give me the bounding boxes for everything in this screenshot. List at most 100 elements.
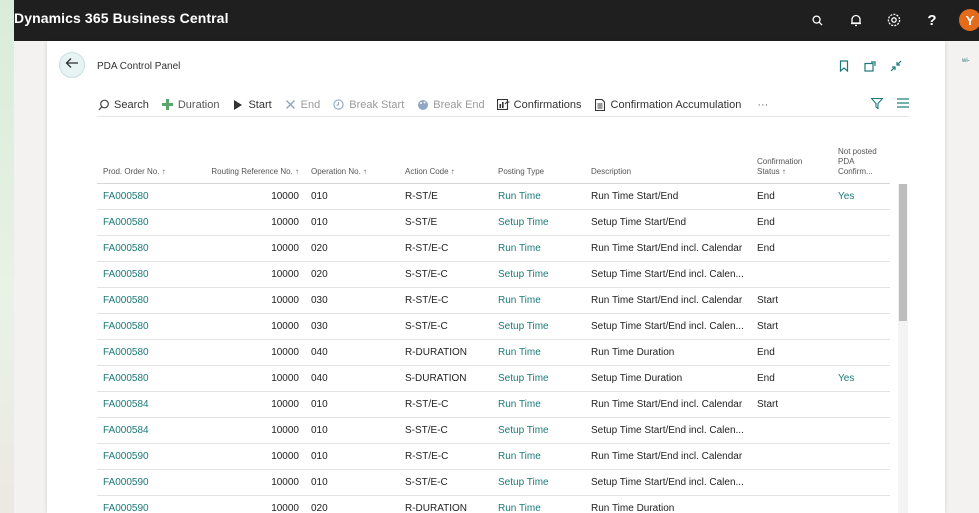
column-header-posting-type[interactable]: Posting Type xyxy=(492,123,585,183)
confirmation-status-cell xyxy=(751,494,832,513)
table-row[interactable]: FA000580 10000 020 S-ST/E-C Setup Time Setup … xyxy=(97,260,890,287)
bookmark-icon[interactable] xyxy=(837,59,851,73)
table-row[interactable]: FA000584 10000 010 S-ST/E-C Setup Time Setup … xyxy=(97,416,890,443)
action-code-cell: S-DURATION xyxy=(399,364,492,391)
confirmations-action[interactable]: Confirmations xyxy=(496,98,582,111)
table-row[interactable]: FA000580 10000 010 R-ST/E Run Time Run Time S… xyxy=(97,182,890,209)
not-posted-pda-confirm-cell[interactable] xyxy=(832,468,890,495)
not-posted-pda-confirm-cell[interactable] xyxy=(832,312,890,339)
column-header-description[interactable]: Description xyxy=(585,123,751,183)
prod-order-no-cell[interactable]: FA000580 xyxy=(97,286,202,313)
start-action[interactable]: Start xyxy=(231,98,272,111)
end-action[interactable]: End xyxy=(284,98,320,111)
confirmation-status-cell: End xyxy=(751,234,832,261)
posting-type-cell: Run Time xyxy=(492,234,585,261)
action-code-cell: S-ST/E-C xyxy=(399,416,492,443)
confirmation-accumulation-action[interactable]: Confirmation Accumulation xyxy=(594,98,741,111)
column-header-routing-reference-no[interactable]: Routing Reference No. ↑ xyxy=(202,123,305,183)
confirmation-status-cell xyxy=(751,416,832,443)
action-code-cell: S-ST/E-C xyxy=(399,312,492,339)
confirmation-table: Prod. Order No. ↑ Routing Reference No. … xyxy=(97,123,890,513)
posting-type-cell: Setup Time xyxy=(492,312,585,339)
not-posted-pda-confirm-cell[interactable] xyxy=(832,234,890,261)
prod-order-no-cell[interactable]: FA000580 xyxy=(97,208,202,235)
routing-reference-no-cell: 10000 xyxy=(202,468,305,495)
not-posted-pda-confirm-cell[interactable] xyxy=(832,416,890,443)
description-cell: Run Time Start/End incl. Calendar xyxy=(585,442,751,469)
prod-order-no-cell[interactable]: FA000580 xyxy=(97,338,202,365)
posting-type-cell: Setup Time xyxy=(492,468,585,495)
gear-icon[interactable] xyxy=(884,10,904,30)
not-posted-pda-confirm-cell[interactable] xyxy=(832,286,890,313)
table-row[interactable]: FA000580 10000 030 S-ST/E-C Setup Time Setup … xyxy=(97,312,890,339)
play-icon xyxy=(231,98,244,111)
not-posted-pda-confirm-cell[interactable] xyxy=(832,338,890,365)
table-scrollbar[interactable] xyxy=(898,184,908,513)
not-posted-pda-confirm-cell[interactable] xyxy=(832,208,890,235)
break-end-action[interactable]: Break End xyxy=(416,98,485,111)
filter-icon[interactable] xyxy=(870,97,884,112)
more-options-button[interactable]: ··· xyxy=(757,99,768,111)
table-row[interactable]: FA000580 10000 040 S-DURATION Setup Time Setu… xyxy=(97,364,890,391)
routing-reference-no-cell: 10000 xyxy=(202,338,305,365)
open-new-window-icon[interactable] xyxy=(863,59,877,73)
prod-order-no-cell[interactable]: FA000580 xyxy=(97,364,202,391)
scrollbar-thumb[interactable] xyxy=(899,184,907,321)
description-cell: Setup Time Start/End incl. Calen... xyxy=(585,260,751,287)
column-header-prod-order-no[interactable]: Prod. Order No. ↑ xyxy=(97,123,202,183)
action-bar: Search Duration Start End Break Start Br… xyxy=(97,93,909,117)
not-posted-pda-confirm-cell[interactable] xyxy=(832,390,890,417)
column-header-not-posted-pda-confirm[interactable]: Not posted PDA Confirm... xyxy=(832,123,890,183)
prod-order-no-cell[interactable]: FA000584 xyxy=(97,416,202,443)
prod-order-no-cell[interactable]: FA000590 xyxy=(97,442,202,469)
column-header-confirmation-status[interactable]: Confirmation Status ↑ xyxy=(751,123,832,183)
app-title[interactable]: Dynamics 365 Business Central xyxy=(14,10,229,26)
list-view-icon[interactable] xyxy=(897,97,909,112)
help-icon[interactable]: ? xyxy=(922,10,942,30)
prod-order-no-cell[interactable]: FA000584 xyxy=(97,390,202,417)
description-cell: Setup Time Duration xyxy=(585,364,751,391)
prod-order-no-cell[interactable]: FA000580 xyxy=(97,234,202,261)
not-posted-pda-confirm-cell[interactable] xyxy=(832,442,890,469)
not-posted-pda-confirm-cell[interactable] xyxy=(832,494,890,513)
avatar[interactable]: Y xyxy=(959,9,979,31)
clock-icon xyxy=(332,98,345,111)
table-row[interactable]: FA000580 10000 010 S-ST/E Setup Time Setup Ti… xyxy=(97,208,890,235)
table-row[interactable]: FA000584 10000 010 R-ST/E-C Run Time Run Time… xyxy=(97,390,890,417)
table-row[interactable]: FA000580 10000 020 R-ST/E-C Run Time Run Time… xyxy=(97,234,890,261)
posting-type-cell: Run Time xyxy=(492,494,585,513)
table-header-row: Prod. Order No. ↑ Routing Reference No. … xyxy=(97,123,890,183)
prod-order-no-cell[interactable]: FA000580 xyxy=(97,312,202,339)
operation-no-cell: 040 xyxy=(305,364,399,391)
table-row[interactable]: FA000590 10000 010 S-ST/E-C Setup Time Setup … xyxy=(97,468,890,495)
search-icon xyxy=(97,98,110,111)
prod-order-no-cell[interactable]: FA000590 xyxy=(97,494,202,513)
routing-reference-no-cell: 10000 xyxy=(202,442,305,469)
duration-action[interactable]: Duration xyxy=(161,98,219,111)
collapse-icon[interactable] xyxy=(889,59,903,73)
search-icon[interactable] xyxy=(807,10,827,30)
routing-reference-no-cell: 10000 xyxy=(202,260,305,287)
prod-order-no-cell[interactable]: FA000590 xyxy=(97,468,202,495)
not-posted-pda-confirm-cell[interactable]: Yes xyxy=(832,364,890,391)
page-title: PDA Control Panel xyxy=(97,61,181,72)
action-code-cell: R-ST/E-C xyxy=(399,442,492,469)
prod-order-no-cell[interactable]: FA000580 xyxy=(97,182,202,209)
break-start-action[interactable]: Break Start xyxy=(332,98,404,111)
not-posted-pda-confirm-cell[interactable]: Yes xyxy=(832,182,890,209)
search-action[interactable]: Search xyxy=(97,98,149,111)
column-header-action-code[interactable]: Action Code ↑ xyxy=(399,123,492,183)
back-button[interactable] xyxy=(59,52,85,78)
side-link[interactable]: wi- xyxy=(962,58,970,64)
routing-reference-no-cell: 10000 xyxy=(202,234,305,261)
column-header-operation-no[interactable]: Operation No. ↑ xyxy=(305,123,399,183)
description-cell: Setup Time Start/End incl. Calen... xyxy=(585,312,751,339)
bell-icon[interactable] xyxy=(846,10,866,30)
table-row[interactable]: FA000580 10000 030 R-ST/E-C Run Time Run Time… xyxy=(97,286,890,313)
prod-order-no-cell[interactable]: FA000580 xyxy=(97,260,202,287)
action-code-cell: R-DURATION xyxy=(399,338,492,365)
table-row[interactable]: FA000580 10000 040 R-DURATION Run Time Run Ti… xyxy=(97,338,890,365)
table-row[interactable]: FA000590 10000 010 R-ST/E-C Run Time Run Time… xyxy=(97,442,890,469)
not-posted-pda-confirm-cell[interactable] xyxy=(832,260,890,287)
table-row[interactable]: FA000590 10000 020 R-DURATION Run Time Run Ti… xyxy=(97,494,890,513)
